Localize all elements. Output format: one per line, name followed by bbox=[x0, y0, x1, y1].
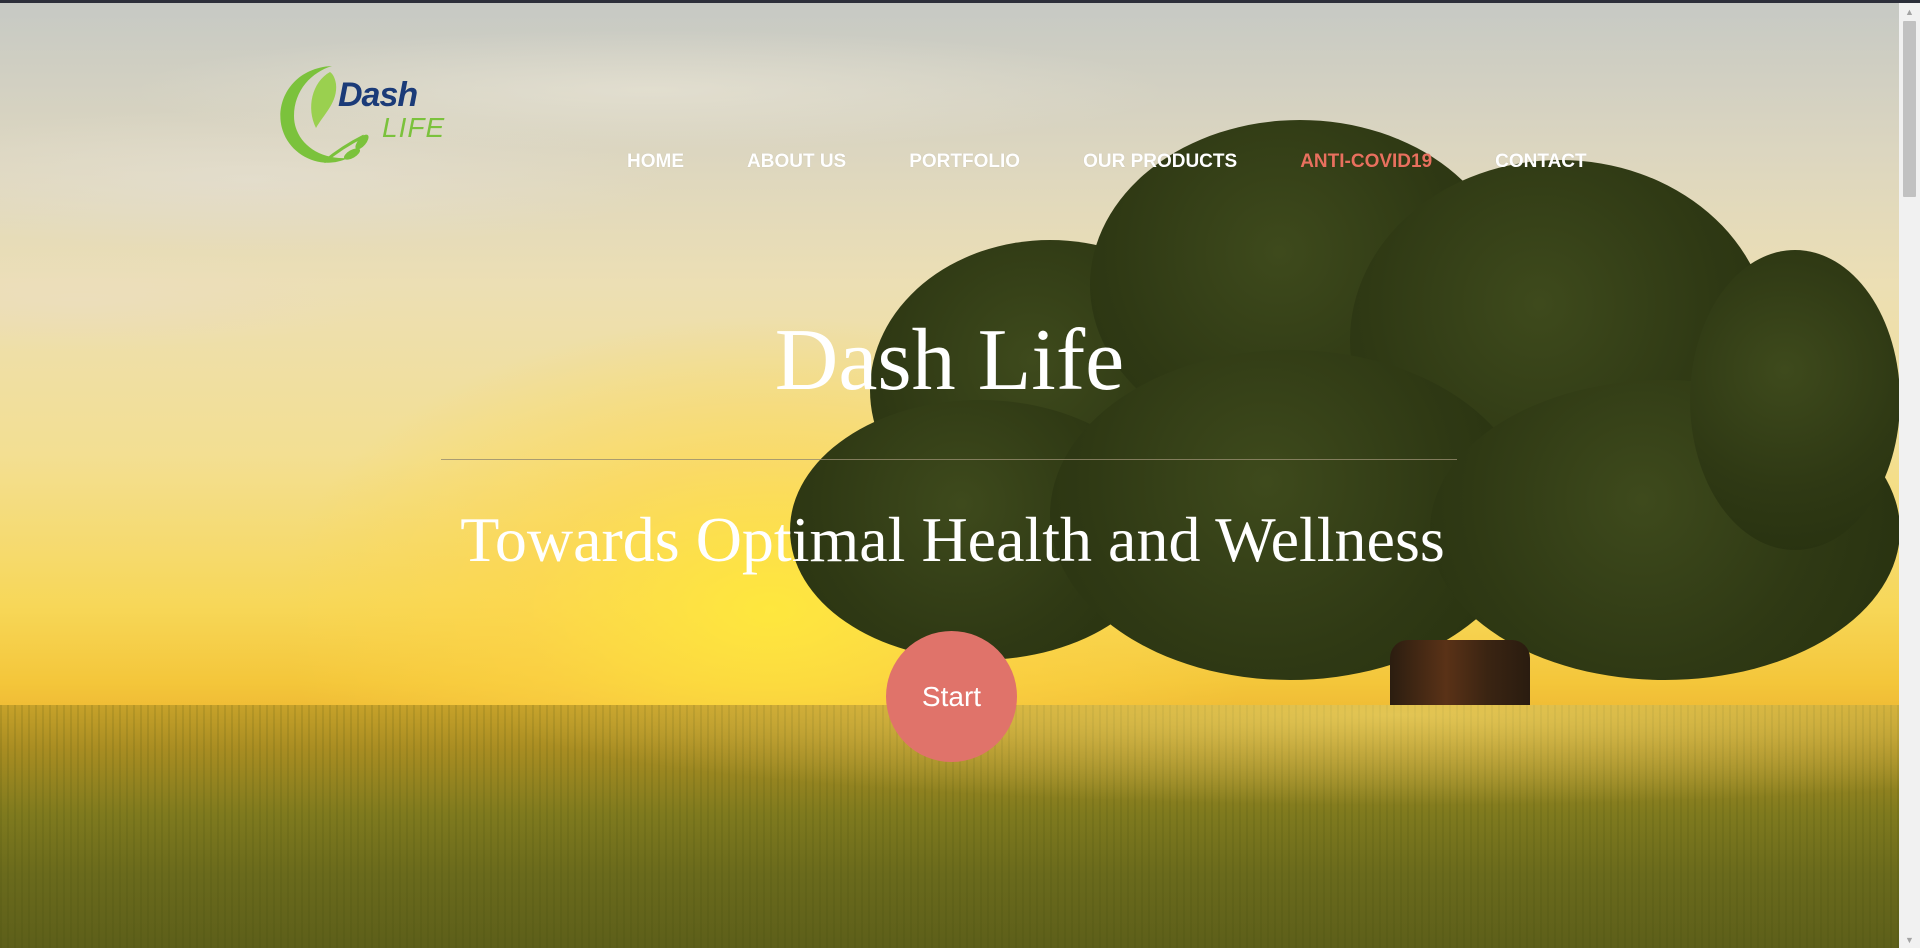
hero-subtitle: Towards Optimal Health and Wellness bbox=[460, 504, 1445, 575]
nav-portfolio-link[interactable]: PORTFOLIO bbox=[909, 151, 1020, 173]
main-nav: HOME ABOUT US PORTFOLIO OUR PRODUCTS ANT… bbox=[627, 151, 1587, 173]
nav-home-link[interactable]: HOME bbox=[627, 151, 684, 173]
nav-anti-covid19-link[interactable]: ANTI-COVID19 bbox=[1300, 151, 1432, 173]
logo-text-life: LIFE bbox=[382, 112, 446, 143]
hero-title: Dash Life bbox=[774, 312, 1125, 409]
scrollbar-thumb[interactable] bbox=[1903, 21, 1916, 197]
window-top-border bbox=[0, 0, 1920, 3]
scroll-down-arrow-icon[interactable]: ▼ bbox=[1899, 931, 1920, 948]
page-scrollbar[interactable]: ▲ ▼ bbox=[1899, 0, 1920, 948]
scroll-up-arrow-icon[interactable]: ▲ bbox=[1899, 3, 1920, 20]
hero-divider bbox=[441, 459, 1457, 460]
nav-contact-link[interactable]: CONTACT bbox=[1495, 151, 1586, 173]
nav-about-us-link[interactable]: ABOUT US bbox=[747, 151, 846, 173]
site-logo[interactable]: Dash LIFE bbox=[272, 58, 472, 170]
start-button[interactable]: Start bbox=[886, 631, 1017, 762]
nav-our-products-link[interactable]: OUR PRODUCTS bbox=[1083, 151, 1237, 173]
logo-text-dash: Dash bbox=[338, 76, 418, 114]
